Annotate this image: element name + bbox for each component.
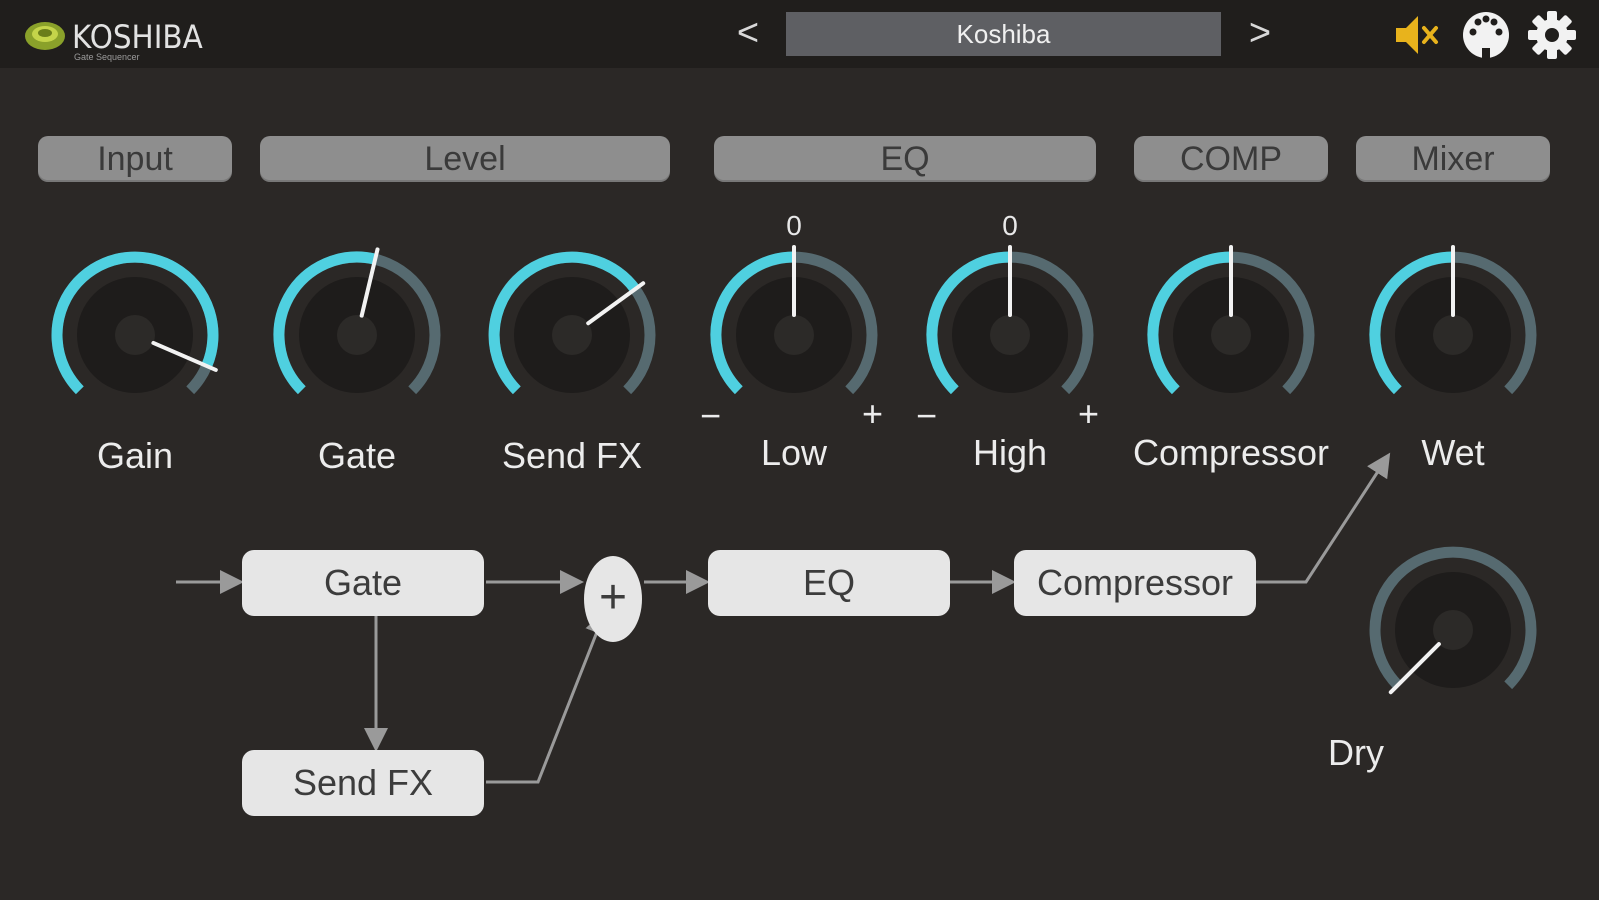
gate-knob-cap [337,315,377,355]
section-label-eq: EQ [714,136,1096,182]
wet-knob-cap [1433,315,1473,355]
high-plus-sign: + [1078,393,1100,434]
wet-knob-graphic [1369,245,1537,395]
gain-knob-cap [115,315,155,355]
section-label-input: Input [38,136,232,182]
next-preset-button[interactable]: > [1240,8,1280,58]
gain-knob[interactable] [35,235,235,435]
preset-name-display[interactable]: Koshiba [786,12,1221,56]
prev-preset-button[interactable]: < [728,8,768,58]
low-knob-cap [774,315,814,355]
send_fx-knob-cap [552,315,592,355]
top-bar: KOSHIBA Gate Sequencer < Koshiba > [0,0,1599,68]
gate-knob-graphic [273,247,441,395]
gate-label: Gate [317,435,397,476]
flow-sum-node: + [584,556,642,642]
low-center-value: 0 [786,210,802,241]
dry-label: Dry [1328,732,1384,773]
flow-compressor-box[interactable]: Compressor [1014,550,1256,616]
wet-label: Wet [1421,432,1485,473]
compressor-knob-graphic [1147,245,1315,395]
send-fx-knob[interactable] [472,235,672,435]
high-minus-sign: − [916,395,938,436]
flow-send-fx-box[interactable]: Send FX [242,750,484,816]
compressor-label: Compressor [1132,432,1330,473]
gear-icon[interactable] [1526,10,1578,60]
dry-knob-graphic [1369,546,1537,695]
flow-gate-box[interactable]: Gate [242,550,484,616]
speaker-mute-icon[interactable] [1392,10,1444,60]
send_fx-knob-graphic [488,251,656,395]
wet-knob[interactable] [1353,235,1553,435]
gate-knob[interactable] [257,235,457,435]
section-label-level: Level [260,136,670,182]
midi-icon[interactable] [1460,10,1512,60]
compressor-knob-cap [1211,315,1251,355]
high-label: High [972,432,1048,473]
low-label: Low [760,432,828,473]
flow-eq-box[interactable]: EQ [708,550,950,616]
section-label-mixer: Mixer [1356,136,1550,182]
send-fx-label: Send FX [501,435,643,476]
low-plus-sign: + [862,393,884,434]
koshiba-logo-icon [25,22,65,50]
gain-label: Gain [96,435,174,476]
logo-subtitle: Gate Sequencer [74,52,140,62]
logo-text: KOSHIBA [72,18,203,56]
compressor-knob[interactable] [1131,235,1331,435]
high-knob-cap [990,315,1030,355]
low-minus-sign: − [700,395,722,436]
dry-knob[interactable] [1353,530,1553,730]
high-center-value: 0 [1002,210,1018,241]
section-label-comp: COMP [1134,136,1328,182]
gain-knob-graphic [51,251,219,395]
